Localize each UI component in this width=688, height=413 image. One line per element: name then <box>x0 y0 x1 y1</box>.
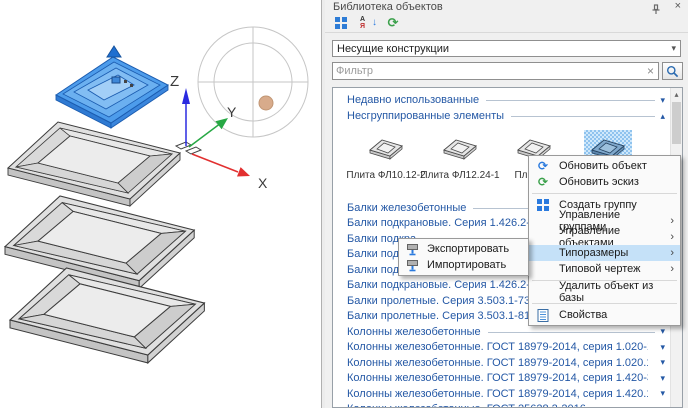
export-icon <box>404 242 420 256</box>
tree-item[interactable]: Колонны железобетонные▾ <box>333 324 669 340</box>
chevron-up-icon: ▴ <box>660 112 665 121</box>
submenu-arrow-icon: › <box>670 232 674 243</box>
menu-item-typical-drawing[interactable]: Типовой чертеж › <box>529 261 680 277</box>
menu-item-manage-objects[interactable]: Управление объектами › <box>529 229 680 245</box>
axis-y-line <box>189 123 221 147</box>
viewport-canvas: Z Y X <box>0 0 321 408</box>
foundation-slab-gray-1[interactable] <box>8 122 180 206</box>
category-select[interactable]: Несущие конструкции ▾ <box>332 40 681 57</box>
chevron-down-icon: ▾ <box>660 374 665 383</box>
refresh-icon: ⟳ <box>388 16 399 30</box>
menu-separator <box>532 193 677 194</box>
tree-item[interactable]: Колонны железобетонные. ГОСТ 18979-2014,… <box>333 386 669 402</box>
menu-item-export[interactable]: Экспортировать <box>399 241 528 257</box>
filter-field: × <box>332 62 659 80</box>
tiles-icon <box>334 16 348 30</box>
slab-thumbnail-icon <box>436 130 484 166</box>
refresh-object-icon: ⟳ <box>535 159 551 173</box>
slab-thumbnail-icon <box>362 130 410 166</box>
section-recently-used[interactable]: Недавно использованные ▾ <box>333 92 669 108</box>
sort-az-icon: А Я ↓ <box>360 16 374 30</box>
search-icon <box>666 65 679 78</box>
axis-x-label: X <box>258 175 268 191</box>
category-select-value: Несущие конструкции <box>337 43 671 55</box>
context-menu: ⟳ Обновить объект ⟳ Обновить эскиз Созда… <box>528 155 681 326</box>
menu-item-typesizes[interactable]: Типоразмеры › <box>529 245 680 261</box>
menu-item-update-object[interactable]: ⟳ Обновить объект <box>529 158 680 174</box>
view-tiles-button[interactable] <box>332 15 350 31</box>
tree-item[interactable]: Колонны железобетонные. ГОСТ 25628.2-201… <box>333 402 669 409</box>
chevron-down-icon: ▾ <box>660 343 665 352</box>
close-icon[interactable]: × <box>675 0 681 13</box>
refresh-library-button[interactable]: ⟳ <box>384 15 402 31</box>
panel-title: Библиотека объектов <box>333 1 443 13</box>
grip-square[interactable] <box>112 77 120 83</box>
axis-x-arrow <box>237 167 250 176</box>
pin-icon[interactable] <box>650 2 662 13</box>
axis-y-label: Y <box>227 104 237 120</box>
axis-x-line <box>192 154 238 172</box>
axis-z-arrow <box>182 88 190 104</box>
sort-alphabetical-button[interactable]: А Я ↓ <box>358 15 376 31</box>
section-ungrouped-elements[interactable]: Несгруппированные элементы ▴ <box>333 108 669 124</box>
typesizes-submenu: Экспортировать Импортировать <box>398 238 529 276</box>
axis-z-label: Z <box>170 73 179 90</box>
submenu-arrow-icon: › <box>670 248 674 259</box>
orbit-point[interactable] <box>259 96 273 110</box>
menu-item-properties[interactable]: Свойства <box>529 307 680 323</box>
scroll-up-icon[interactable]: ▴ <box>671 88 682 101</box>
section-rule <box>486 100 655 101</box>
menu-item-import[interactable]: Импортировать <box>399 257 528 273</box>
chevron-down-icon: ▾ <box>660 358 665 367</box>
viewport-3d[interactable]: Z Y X <box>0 0 321 408</box>
grip-dot-1 <box>124 80 127 83</box>
chevron-down-icon: ▾ <box>671 43 676 54</box>
refresh-sketch-icon: ⟳ <box>535 175 551 189</box>
scrollbar-thumb[interactable] <box>672 102 681 144</box>
foundation-pad-selected[interactable] <box>56 46 168 128</box>
tree-item[interactable]: Колонны железобетонные. ГОСТ 18979-2014,… <box>333 371 669 387</box>
chevron-down-icon: ▾ <box>660 327 665 336</box>
menu-item-delete-object[interactable]: Удалить объект из базы <box>529 284 680 300</box>
properties-icon <box>535 308 551 322</box>
submenu-arrow-icon: › <box>670 216 674 227</box>
orbit-navigation-wheel[interactable] <box>198 27 308 137</box>
create-group-icon <box>535 198 551 212</box>
submenu-arrow-icon: › <box>670 264 674 275</box>
grip-dot-2 <box>130 84 133 87</box>
grip-arrow-up[interactable] <box>107 46 121 57</box>
thumbnail-plate-2[interactable]: Плита ФЛ12.24-1 <box>423 124 497 200</box>
chevron-down-icon: ▾ <box>660 389 665 398</box>
tree-item[interactable]: Колонны железобетонные. ГОСТ 18979-2014,… <box>333 355 669 371</box>
section-rule <box>511 116 655 117</box>
clear-filter-icon[interactable]: × <box>646 65 655 77</box>
thumbnail-plate-1[interactable]: Плита ФЛ10.12-2 <box>349 124 423 200</box>
foundation-slab-gray-3[interactable] <box>10 268 204 363</box>
foundation-slab-gray-2[interactable] <box>5 196 194 288</box>
menu-item-update-sketch[interactable]: ⟳ Обновить эскиз <box>529 174 680 190</box>
thumbnail-label: Плита ФЛ10.12-2 <box>346 170 425 181</box>
search-button[interactable] <box>662 62 683 80</box>
chevron-down-icon: ▾ <box>660 96 665 105</box>
import-icon <box>404 258 420 272</box>
panel-toolbar: А Я ↓ ⟳ <box>325 14 688 33</box>
tree-item[interactable]: Колонны железобетонные. ГОСТ 18979-2014,… <box>333 340 669 356</box>
filter-input[interactable] <box>336 65 646 77</box>
thumbnail-label: Плита ФЛ12.24-1 <box>420 170 499 181</box>
